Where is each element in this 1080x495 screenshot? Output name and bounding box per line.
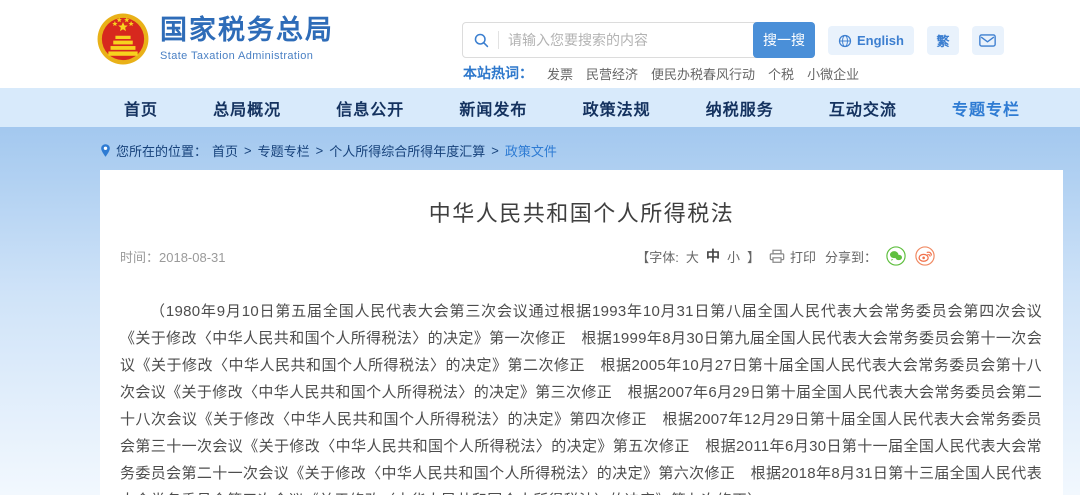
- share-weibo-button[interactable]: [915, 246, 935, 266]
- hot-word-link[interactable]: 小微企业: [807, 64, 859, 83]
- weibo-icon: [915, 246, 935, 266]
- hot-word-link[interactable]: 个税: [768, 64, 794, 83]
- globe-icon: [838, 34, 852, 48]
- main-nav: 首页 总局概况 信息公开 新闻发布 政策法规 纳税服务 互动交流 专题专栏: [0, 88, 1080, 127]
- search-box: 搜一搜: [462, 22, 815, 58]
- mail-button[interactable]: [972, 26, 1004, 55]
- search-button[interactable]: 搜一搜: [753, 22, 815, 58]
- font-size-medium-button[interactable]: 中: [706, 246, 720, 266]
- nav-item-interaction[interactable]: 互动交流: [829, 96, 897, 120]
- nav-item-overview[interactable]: 总局概况: [213, 96, 281, 120]
- share-wechat-button[interactable]: [886, 246, 906, 266]
- mail-icon: [979, 34, 996, 47]
- breadcrumb-label: 您所在的位置：: [116, 141, 207, 160]
- nav-item-tax-services[interactable]: 纳税服务: [706, 96, 774, 120]
- site-subtitle: State Taxation Administration: [160, 50, 334, 62]
- location-pin-icon: [100, 143, 111, 158]
- page: 国家税务总局 State Taxation Administration 搜一搜: [0, 0, 1080, 495]
- breadcrumb-link[interactable]: 专题专栏: [258, 141, 310, 160]
- nav-item-special-topics[interactable]: 专题专栏: [952, 96, 1020, 120]
- font-size-prefix: 【字体:: [636, 247, 679, 266]
- breadcrumb-link[interactable]: 首页: [212, 141, 238, 160]
- header-quick-links: English 繁: [828, 26, 1004, 55]
- font-size-suffix: 】: [747, 247, 760, 266]
- font-size-controls: 【字体: 大 中 小 】: [636, 246, 760, 266]
- breadcrumb-link[interactable]: 个人所得综合所得年度汇算: [329, 141, 485, 160]
- article-body: （1980年9月10日第五届全国人民代表大会第三次会议通过根据1993年10月3…: [120, 298, 1042, 495]
- article-date-label: 时间：: [120, 250, 159, 265]
- nav-item-news[interactable]: 新闻发布: [459, 96, 527, 120]
- search-icon: [473, 32, 490, 49]
- hot-word-link[interactable]: 便民办税春风行动: [651, 64, 755, 83]
- site-header: 国家税务总局 State Taxation Administration 搜一搜: [0, 0, 1080, 88]
- print-button[interactable]: 打印: [769, 247, 816, 266]
- wechat-icon: [886, 246, 906, 266]
- hot-word-link[interactable]: 民营经济: [586, 64, 638, 83]
- nav-item-info-disclosure[interactable]: 信息公开: [336, 96, 404, 120]
- site-logo[interactable]: 国家税务总局 State Taxation Administration: [97, 13, 334, 65]
- article-meta: 时间：2018-08-31 【字体: 大 中 小 】: [120, 245, 935, 267]
- article-title: 中华人民共和国个人所得税法: [100, 196, 1063, 228]
- breadcrumb: 您所在的位置： 首页 > 专题专栏 > 个人所得综合所得年度汇算 > 政策文件: [100, 141, 557, 160]
- site-title: 国家税务总局: [160, 16, 334, 46]
- article-card: 中华人民共和国个人所得税法 时间：2018-08-31 【字体: 大 中 小 】: [100, 170, 1063, 495]
- hot-word-link[interactable]: 发票: [547, 64, 573, 83]
- article-toolbar: 【字体: 大 中 小 】: [636, 246, 935, 266]
- national-emblem-icon: [97, 13, 149, 65]
- nav-item-policies[interactable]: 政策法规: [583, 96, 651, 120]
- nav-item-home[interactable]: 首页: [124, 96, 158, 120]
- print-label: 打印: [790, 247, 816, 266]
- breadcrumb-current[interactable]: 政策文件: [505, 141, 557, 160]
- font-size-large-button[interactable]: 大: [686, 247, 699, 266]
- page-body: 您所在的位置： 首页 > 专题专栏 > 个人所得综合所得年度汇算 > 政策文件 …: [0, 127, 1080, 495]
- traditional-chinese-button[interactable]: 繁: [927, 26, 959, 55]
- english-button[interactable]: English: [828, 26, 914, 55]
- breadcrumb-separator: >: [316, 143, 324, 158]
- font-size-small-button[interactable]: 小: [727, 247, 740, 266]
- article-date: 2018-08-31: [159, 250, 226, 265]
- hot-words: 本站热词： 发票 民营经济 便民办税春风行动 个税 小微企业: [463, 63, 859, 83]
- breadcrumb-separator: >: [244, 143, 252, 158]
- printer-icon: [769, 249, 785, 264]
- search-divider: [498, 31, 499, 49]
- english-label: English: [857, 33, 904, 48]
- breadcrumb-separator: >: [491, 143, 499, 158]
- hot-words-label: 本站热词：: [463, 63, 533, 83]
- share-label: 分享到：: [825, 247, 877, 266]
